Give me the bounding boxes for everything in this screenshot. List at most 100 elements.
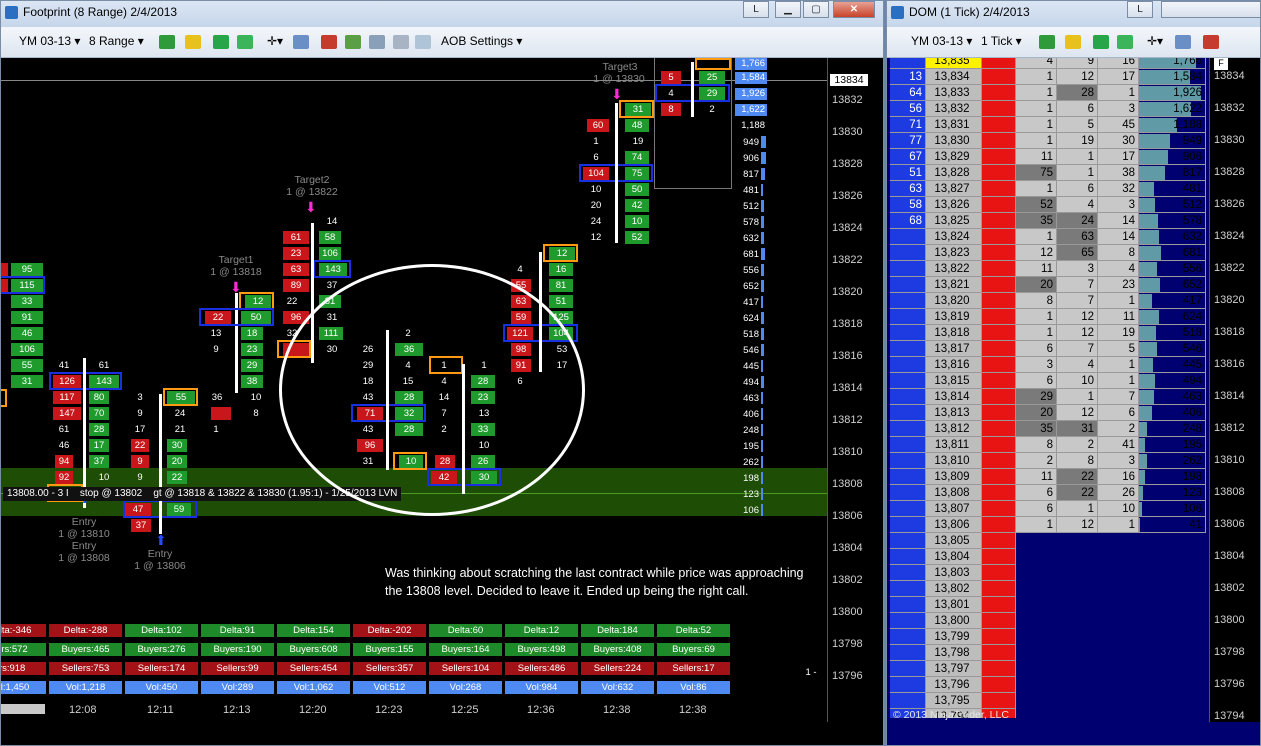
dom-row[interactable]: 71 13,831 1 5 45 1,188 (890, 117, 1206, 133)
strategy-icon[interactable] (237, 35, 253, 49)
dom-ask-cell[interactable] (982, 581, 1016, 597)
dom-row[interactable]: 77 13,830 1 19 30 949 (890, 133, 1206, 149)
dom-row[interactable]: 13,811 8 2 41 195 (890, 437, 1206, 453)
dom-ask-cell[interactable] (982, 533, 1016, 549)
dom-bid-cell[interactable] (890, 469, 926, 485)
dom-row[interactable]: 13,810 2 8 3 262 (890, 453, 1206, 469)
dom-row[interactable]: 13,816 3 4 1 445 (890, 357, 1206, 373)
dom-bid-cell[interactable] (890, 533, 926, 549)
indicator-icon[interactable] (213, 35, 229, 49)
dom-row[interactable]: 13,805 (890, 533, 1206, 549)
dom-ask-cell[interactable] (982, 677, 1016, 693)
horizontal-scrollbar[interactable] (1, 704, 45, 714)
minimize-button[interactable]: ▁ (775, 1, 801, 18)
dom-row[interactable]: 13,817 6 7 5 546 (890, 341, 1206, 357)
dom-row[interactable]: 13,800 (890, 613, 1206, 629)
footprint-titlebar[interactable]: Footprint (8 Range) 2/4/2013 L ▁ ▢ ✕ (1, 1, 883, 27)
dom-ask-cell[interactable] (982, 245, 1016, 261)
close-button-partial[interactable] (1161, 1, 1260, 18)
dom-ask-cell[interactable] (982, 197, 1016, 213)
dom-bid-cell[interactable] (890, 581, 926, 597)
instrument-select[interactable]: YM 03-13 ▾ (911, 34, 972, 48)
dom-row[interactable]: 13,799 (890, 629, 1206, 645)
dom-ask-cell[interactable] (982, 629, 1016, 645)
dom-row[interactable]: 13,795 (890, 693, 1206, 709)
dom-ask-cell[interactable] (982, 357, 1016, 373)
dom-ask-cell[interactable] (982, 421, 1016, 437)
dom-ask-cell[interactable] (982, 405, 1016, 421)
crosshair-icon[interactable]: ✛▾ (267, 34, 283, 48)
period-select[interactable]: 1 Tick ▾ (981, 34, 1022, 48)
strategy-icon[interactable] (1117, 35, 1133, 49)
dom-bid-cell[interactable] (890, 325, 926, 341)
dom-bid-cell[interactable] (890, 421, 926, 437)
dom-bid-cell[interactable] (890, 245, 926, 261)
dom-bid-cell[interactable]: 67 (890, 149, 926, 165)
properties-icon[interactable] (393, 35, 409, 49)
period-select[interactable]: 8 Range ▾ (89, 34, 144, 48)
dom-bid-cell[interactable]: 13 (890, 69, 926, 85)
template-icon[interactable] (415, 35, 431, 49)
dom-bid-cell[interactable] (890, 565, 926, 581)
dom-bid-cell[interactable]: 71 (890, 117, 926, 133)
dom-row[interactable]: 13,820 8 7 1 417 (890, 293, 1206, 309)
dom-ask-cell[interactable] (982, 341, 1016, 357)
dom-ask-cell[interactable] (982, 549, 1016, 565)
dom-ask-cell[interactable] (982, 389, 1016, 405)
draw-pencil-icon[interactable] (1065, 35, 1081, 49)
dom-bid-cell[interactable] (890, 389, 926, 405)
dom-ask-cell[interactable] (982, 261, 1016, 277)
dom-bid-cell[interactable]: 56 (890, 101, 926, 117)
dom-ask-cell[interactable] (982, 437, 1016, 453)
dom-bid-cell[interactable] (890, 485, 926, 501)
dom-row[interactable]: 13,821 20 7 23 652 (890, 277, 1206, 293)
dom-row[interactable]: 13,798 (890, 645, 1206, 661)
dom-row[interactable]: 67 13,829 11 1 17 906 (890, 149, 1206, 165)
chart-trader-icon[interactable] (1203, 35, 1219, 49)
dom-ask-cell[interactable] (982, 133, 1016, 149)
dom-ask-cell[interactable] (982, 277, 1016, 293)
dom-bid-cell[interactable] (890, 517, 926, 533)
footprint-chart[interactable]: 95 115 33 91 46 106 55 31 41 61 126 143 … (1, 58, 827, 722)
dom-ask-cell[interactable] (982, 517, 1016, 533)
dom-bid-cell[interactable] (890, 437, 926, 453)
dom-bid-cell[interactable] (890, 341, 926, 357)
dom-row[interactable]: 56 13,832 1 6 3 1,622 (890, 101, 1206, 117)
dom-row[interactable]: 13,809 11 22 16 198 (890, 469, 1206, 485)
dom-bid-cell[interactable] (890, 357, 926, 373)
dom-row[interactable]: 13,797 (890, 661, 1206, 677)
dom-bid-cell[interactable] (890, 453, 926, 469)
dom-row[interactable]: 13,819 1 12 11 624 (890, 309, 1206, 325)
dom-bid-cell[interactable] (890, 549, 926, 565)
dom-row[interactable]: 68 13,825 35 24 14 578 (890, 213, 1206, 229)
dom-ask-cell[interactable] (982, 293, 1016, 309)
dom-row[interactable]: 13,796 (890, 677, 1206, 693)
zoom-icon[interactable] (293, 35, 309, 49)
dom-ask-cell[interactable] (982, 501, 1016, 517)
dom-row[interactable]: 13,807 6 1 10 106 (890, 501, 1206, 517)
dom-ask-cell[interactable] (982, 229, 1016, 245)
dom-row[interactable]: 13,804 (890, 549, 1206, 565)
dom-row[interactable]: 13 13,834 1 12 17 1,584 (890, 69, 1206, 85)
dom-ask-cell[interactable] (982, 661, 1016, 677)
dom-bid-cell[interactable] (890, 661, 926, 677)
dom-bid-cell[interactable] (890, 277, 926, 293)
dom-bid-cell[interactable]: 58 (890, 197, 926, 213)
dom-ask-cell[interactable] (982, 181, 1016, 197)
dom-row[interactable]: 13,824 1 63 14 632 (890, 229, 1206, 245)
bar-type-icon[interactable] (1039, 35, 1055, 49)
dom-ladder[interactable]: 13,835 4 9 16 1,766 13 13,834 1 12 17 1,584 64 13,83… (890, 58, 1206, 718)
crosshair-icon[interactable]: ✛▾ (1147, 34, 1163, 48)
dom-ask-cell[interactable] (982, 645, 1016, 661)
dom-bid-cell[interactable] (890, 629, 926, 645)
dom-ask-cell[interactable] (982, 453, 1016, 469)
dom-ask-cell[interactable] (982, 58, 1016, 69)
dom-row[interactable]: 51 13,828 75 1 38 817 (890, 165, 1206, 181)
dom-row[interactable]: 13,823 12 65 8 681 (890, 245, 1206, 261)
dom-row[interactable]: 13,806 1 12 1 41 (890, 517, 1206, 533)
dom-row[interactable]: 13,818 1 12 19 518 (890, 325, 1206, 341)
dom-bid-cell[interactable] (890, 58, 926, 69)
dom-bid-cell[interactable] (890, 597, 926, 613)
dom-bid-cell[interactable] (890, 645, 926, 661)
dom-row[interactable]: 13,835 4 9 16 1,766 (890, 58, 1206, 69)
